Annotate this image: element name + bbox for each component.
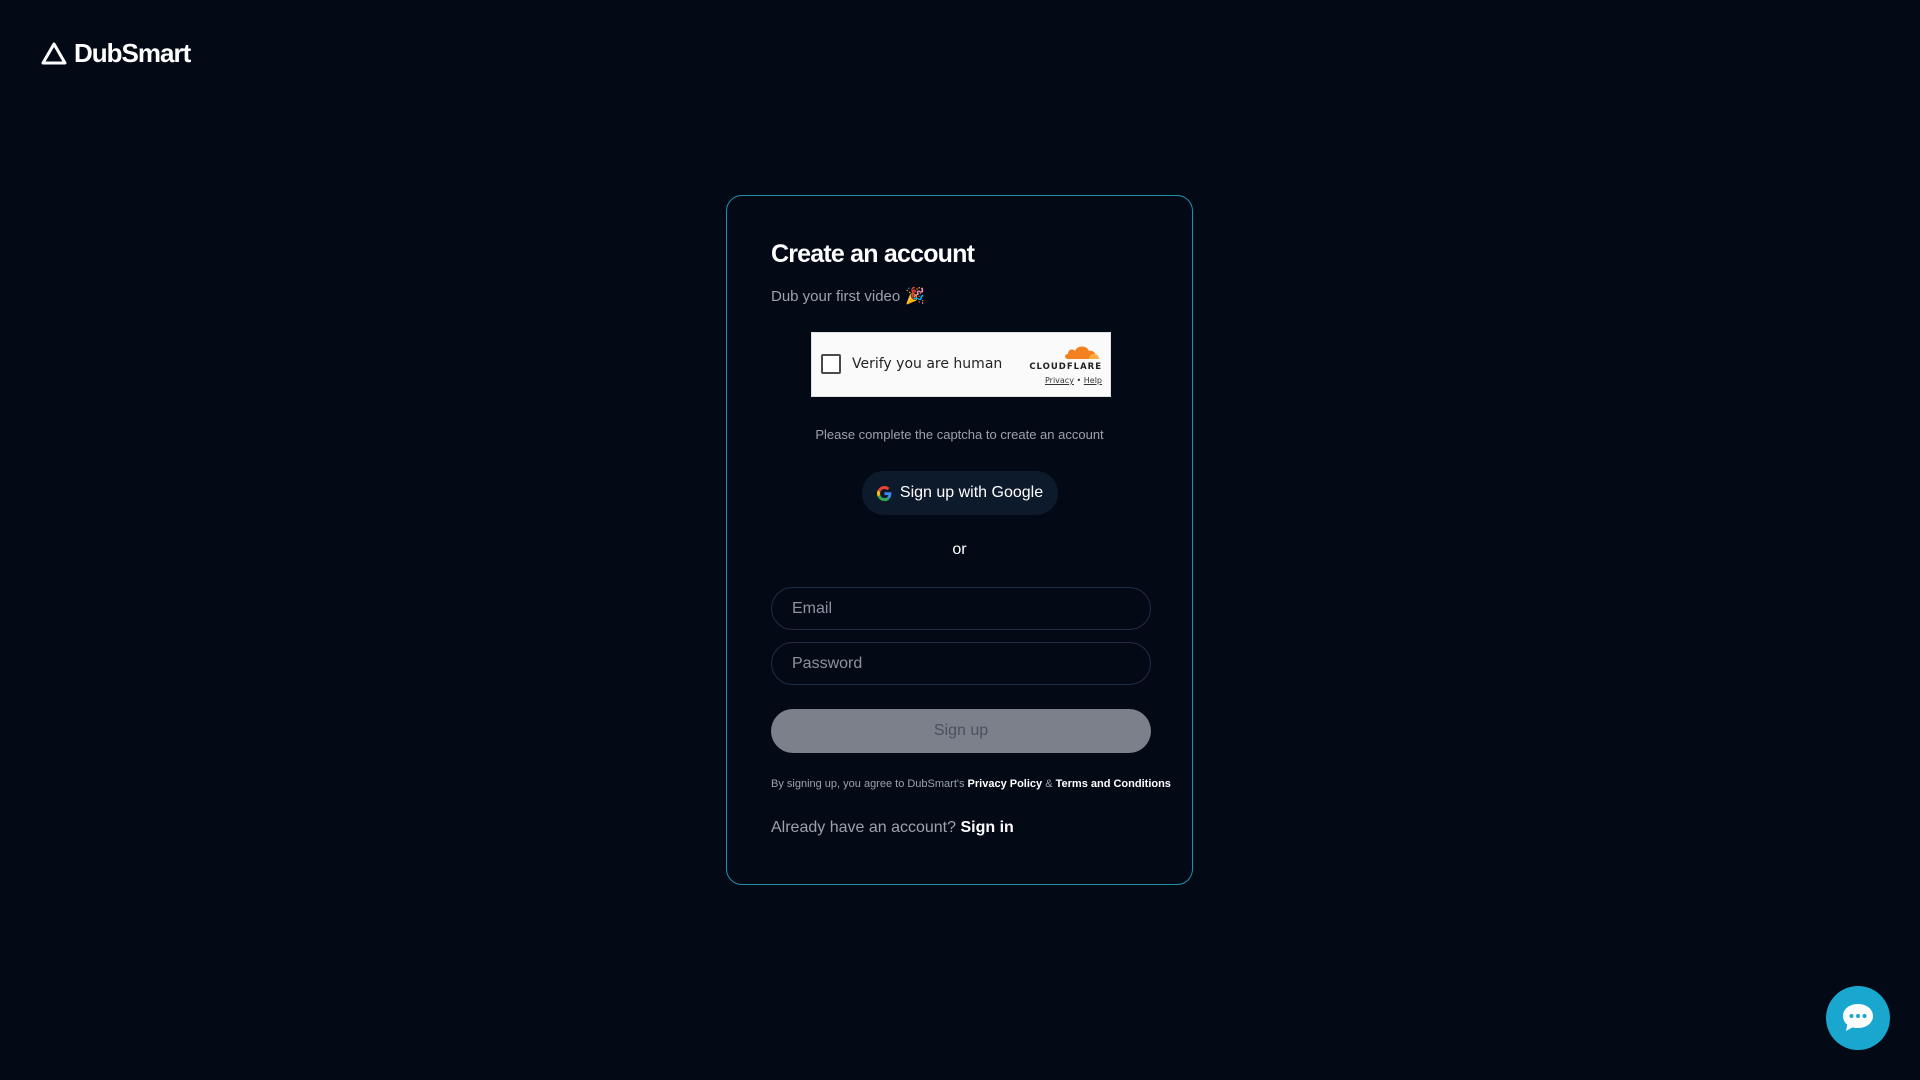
- signin-link[interactable]: Sign in: [960, 819, 1013, 836]
- legal-ampersand: &: [1045, 778, 1053, 790]
- terms-link[interactable]: Terms and Conditions: [1056, 778, 1171, 790]
- signup-card: Create an account Dub your first video 🎉…: [726, 195, 1193, 885]
- page-subtitle: Dub your first video 🎉: [771, 286, 925, 306]
- cloudflare-captcha-widget: Verify you are human CLOUDFLARE Privacy …: [811, 332, 1111, 397]
- subtitle-text: Dub your first video: [771, 287, 901, 305]
- cloudflare-branding: CLOUDFLARE Privacy • Help: [1022, 343, 1102, 385]
- captcha-link-separator: •: [1076, 376, 1082, 385]
- google-signup-label: Sign up with Google: [899, 484, 1044, 501]
- signup-button[interactable]: Sign up: [771, 709, 1151, 753]
- party-popper-icon: 🎉: [905, 288, 926, 305]
- cloudflare-cloud-icon: [1065, 346, 1099, 359]
- email-field[interactable]: [771, 587, 1151, 630]
- legal-prefix: By signing up, you agree to DubSmart's: [771, 778, 965, 790]
- signin-prompt: Already have an account? Sign in: [771, 819, 1014, 837]
- captcha-note: Please complete the captcha to create an…: [815, 427, 1104, 442]
- brand-logo[interactable]: DubSmart: [40, 38, 191, 69]
- google-signup-button[interactable]: Sign up with Google: [862, 471, 1058, 515]
- captcha-label: Verify you are human: [852, 356, 1003, 372]
- chat-launcher-button[interactable]: [1826, 986, 1890, 1050]
- page-title: Create an account: [771, 240, 975, 268]
- legal-notice: By signing up, you agree to DubSmart's P…: [771, 778, 1171, 790]
- captcha-help-link[interactable]: Help: [1084, 376, 1102, 385]
- captcha-privacy-link[interactable]: Privacy: [1045, 376, 1074, 385]
- captcha-checkbox[interactable]: [821, 354, 841, 374]
- chat-bubble-icon: [1843, 1004, 1873, 1031]
- google-icon: [876, 485, 892, 501]
- cloudflare-links: Privacy • Help: [1022, 376, 1102, 385]
- or-divider: or: [952, 541, 967, 558]
- cloudflare-wordmark: CLOUDFLARE: [1029, 362, 1102, 372]
- signin-prompt-text: Already have an account?: [771, 819, 957, 836]
- brand-name: DubSmart: [74, 38, 191, 68]
- privacy-policy-link[interactable]: Privacy Policy: [968, 778, 1043, 790]
- password-field[interactable]: [771, 642, 1151, 685]
- triangle-logo-icon: [41, 42, 67, 64]
